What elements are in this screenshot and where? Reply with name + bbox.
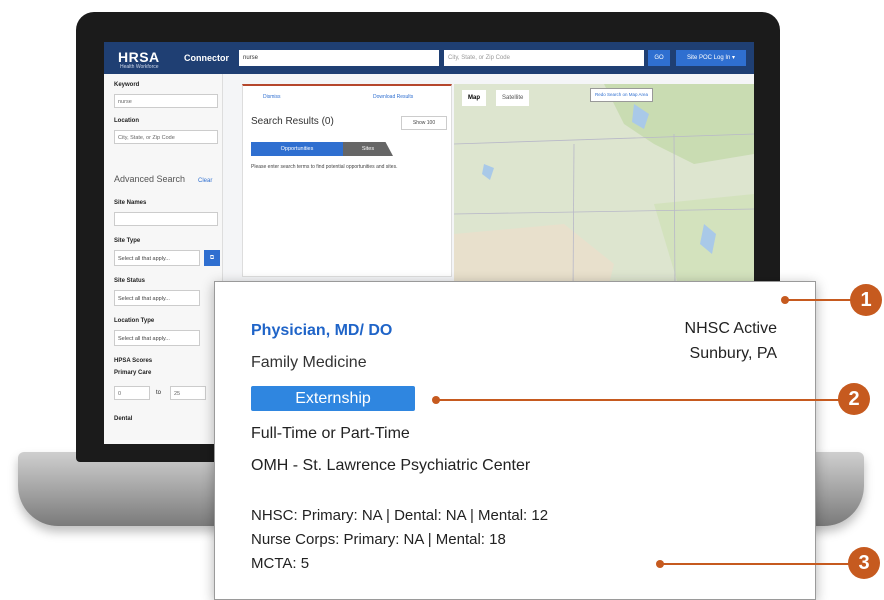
primary-care-min-input[interactable]: 0 — [114, 386, 150, 400]
site-name: OMH - St. Lawrence Psychiatric Center — [251, 457, 531, 474]
map-view-button[interactable]: Map — [462, 90, 486, 106]
opportunity-specialty: Family Medicine — [251, 354, 367, 371]
site-names-label: Site Names — [114, 200, 147, 206]
callout-1-marker: 1 — [850, 284, 882, 316]
program-status: NHSC Active — [684, 320, 777, 337]
filter-sidebar: Keyword nurse Location City, State, or Z… — [104, 74, 223, 444]
primary-care-max-input[interactable]: 25 — [170, 386, 206, 400]
advanced-search-heading: Advanced Search — [114, 174, 186, 184]
range-to-label: to — [156, 390, 162, 396]
callout-2-line — [436, 399, 842, 401]
logo-subtitle: Health Workforce — [120, 64, 159, 70]
results-title: Search Results (0) — [251, 116, 334, 127]
location-label: Location — [114, 118, 139, 124]
site-type-select[interactable]: Select all that apply... — [114, 250, 200, 266]
hpsa-scores-label: HPSA Scores — [114, 358, 153, 364]
go-button[interactable]: GO — [648, 50, 670, 66]
top-navigation-bar: HRSA Health Workforce Connector nurse Ci… — [104, 42, 754, 74]
hrsa-logo[interactable]: HRSA — [118, 49, 160, 65]
mcta-score: MCTA: 5 — [251, 555, 310, 572]
opportunity-title[interactable]: Physician, MD/ DO — [251, 322, 392, 340]
results-empty-message: Please enter search terms to find potent… — [251, 164, 398, 170]
site-status-label: Site Status — [114, 278, 146, 284]
primary-care-label: Primary Care — [114, 370, 152, 376]
header-keyword-input[interactable]: nurse — [239, 50, 439, 66]
nurse-corps-scores: Nurse Corps: Primary: NA | Mental: 18 — [251, 531, 506, 548]
employment-schedule: Full-Time or Part-Time — [251, 425, 410, 442]
keyword-label: Keyword — [114, 82, 140, 88]
download-results-link[interactable]: Download Results — [373, 94, 413, 100]
site-city: Sunbury, PA — [689, 345, 777, 362]
site-type-expand-icon[interactable]: ⧉ — [204, 250, 220, 266]
nhsc-scores: NHSC: Primary: NA | Dental: NA | Mental:… — [251, 507, 549, 524]
redo-search-button[interactable]: Redo Search on Map Area — [590, 88, 654, 102]
search-results-panel: Dismiss Download Results Search Results … — [242, 84, 452, 277]
app-name: Connector — [184, 53, 229, 63]
callout-2-marker: 2 — [838, 383, 870, 415]
callout-1-line — [785, 299, 853, 301]
site-type-label: Site Type — [114, 238, 141, 244]
dismiss-link[interactable]: Dismiss — [263, 94, 281, 100]
clear-link[interactable]: Clear — [198, 178, 212, 184]
header-location-input[interactable]: City, State, or Zip Code — [444, 50, 644, 66]
satellite-view-button[interactable]: Satellite — [496, 90, 530, 106]
location-type-select[interactable]: Select all that apply... — [114, 330, 200, 346]
tab-opportunities[interactable]: Opportunities — [251, 142, 343, 156]
dental-label: Dental — [114, 416, 133, 422]
location-type-label: Location Type — [114, 318, 155, 324]
opportunity-type-badge: Externship — [251, 386, 415, 411]
site-poc-login-button[interactable]: Site POC Log In ▾ — [676, 50, 746, 66]
site-names-input[interactable] — [114, 212, 218, 226]
callout-3-line — [660, 563, 850, 565]
show-count-select[interactable]: Show 100 — [401, 116, 447, 130]
site-status-select[interactable]: Select all that apply... — [114, 290, 200, 306]
opportunity-card[interactable]: Physician, MD/ DO Family Medicine Extern… — [214, 281, 816, 600]
location-input[interactable]: City, State, or Zip Code — [114, 130, 218, 144]
keyword-input[interactable]: nurse — [114, 94, 218, 108]
callout-3-marker: 3 — [848, 547, 880, 579]
tab-sites[interactable]: Sites — [343, 142, 393, 156]
